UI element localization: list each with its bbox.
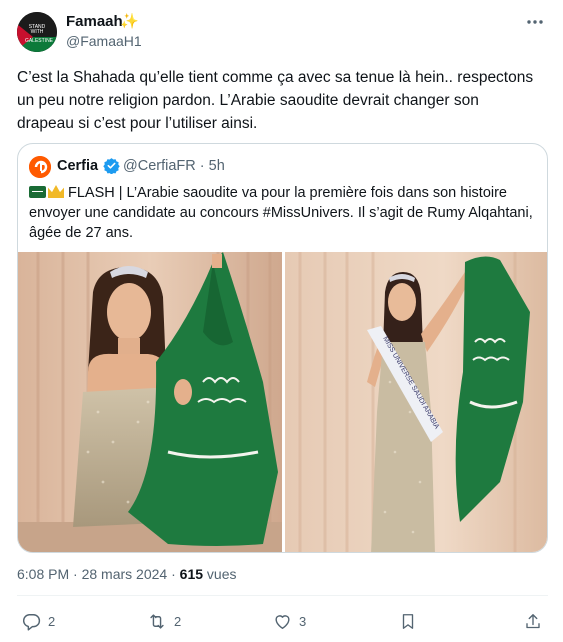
quote-time[interactable]: 5h <box>209 158 225 174</box>
reply-count: 2 <box>48 613 56 629</box>
meta-separator: · <box>171 566 176 582</box>
crown-emoji-icon <box>48 185 64 198</box>
saudi-flag-emoji-icon <box>29 186 46 198</box>
action-bar: 2 2 3 <box>0 606 563 636</box>
quoted-tweet[interactable]: Cerfia @CerfiaFR · 5h FLASH | L’Arabie s… <box>17 143 548 553</box>
verified-badge-icon <box>103 157 120 179</box>
svg-text:WITH: WITH <box>31 29 44 35</box>
tweet-text: C’est la Shahada qu’elle tient comme ça … <box>17 69 534 132</box>
more-icon[interactable] <box>525 12 545 32</box>
quote-text: FLASH | L’Arabie saoudite va pour la pre… <box>29 183 539 243</box>
meta-separator: · <box>73 566 78 582</box>
quote-author-name[interactable]: Cerfia <box>57 158 98 174</box>
tweet-time[interactable]: 6:08 PM <box>17 566 69 582</box>
retweet-icon <box>147 612 167 631</box>
retweet-button[interactable]: 2 <box>147 610 181 632</box>
svg-text:GALESTINE: GALESTINE <box>25 38 54 44</box>
tweet-meta: 6:08 PM · 28 mars 2024 · 615 vues <box>17 566 236 582</box>
photo-standing-with-sash-and-flag[interactable]: MISS UNIVERSE SAUDI ARABIA <box>285 252 547 552</box>
photo-kneeling-with-flag[interactable] <box>18 252 282 552</box>
quote-photos: MISS UNIVERSE SAUDI ARABIA <box>18 252 547 552</box>
author-avatar[interactable]: STAND WITH GALESTINE <box>17 12 57 52</box>
heart-icon <box>273 612 292 631</box>
share-icon <box>524 612 542 631</box>
bookmark-icon <box>399 612 417 631</box>
quote-handle-time: @CerfiaFR · 5h <box>123 158 225 174</box>
retweet-count: 2 <box>174 613 182 629</box>
bookmark-button[interactable] <box>399 610 417 632</box>
divider <box>17 595 548 596</box>
quote-author-handle[interactable]: @CerfiaFR <box>123 158 196 174</box>
sparkle-emoji: ✨ <box>120 13 139 30</box>
quote-text-content: FLASH | L’Arabie saoudite va pour la pre… <box>29 185 533 241</box>
author-handle[interactable]: @FamaaH1 <box>66 33 142 49</box>
tweet: STAND WITH GALESTINE Famaah ✨ @FamaaH1 C… <box>0 0 563 642</box>
views-count: 615 <box>179 566 204 582</box>
reply-icon <box>22 612 41 631</box>
like-count: 3 <box>299 613 307 629</box>
tweet-date[interactable]: 28 mars 2024 <box>82 566 168 582</box>
quote-separator: · <box>199 158 205 174</box>
cerfia-avatar[interactable] <box>29 156 51 178</box>
like-button[interactable]: 3 <box>273 610 306 632</box>
share-button[interactable] <box>524 610 542 632</box>
author-name[interactable]: Famaah <box>66 13 123 30</box>
reply-button[interactable]: 2 <box>22 610 55 632</box>
views-label: vues <box>206 566 237 582</box>
